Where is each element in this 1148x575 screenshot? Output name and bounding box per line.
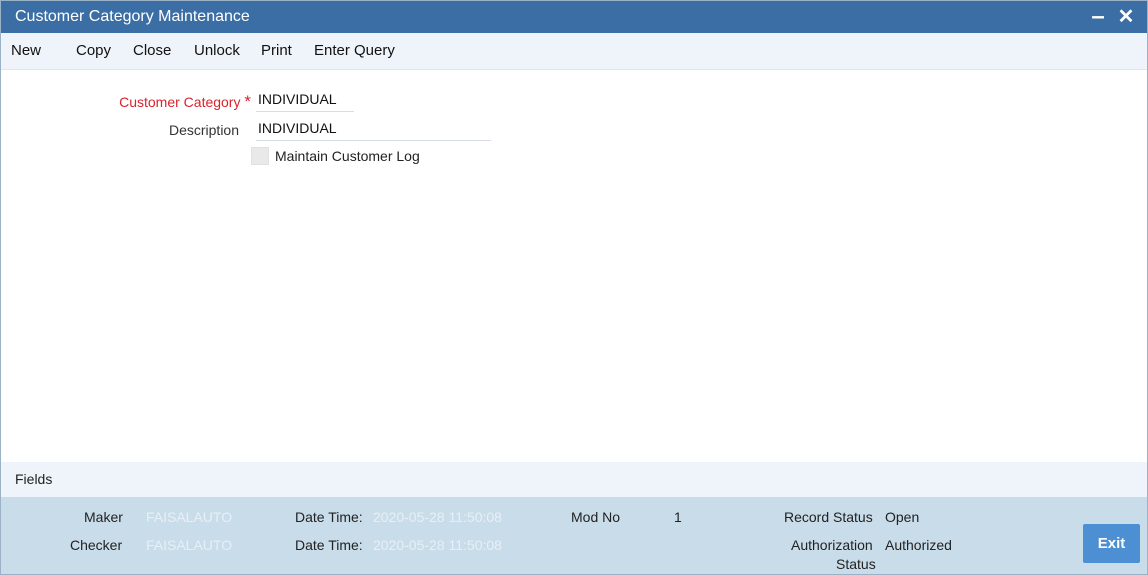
description-field[interactable]: INDIVIDUAL bbox=[256, 118, 491, 141]
maker-label: Maker bbox=[84, 509, 123, 525]
authorization-status-label-line1: Authorization bbox=[791, 537, 873, 553]
mod-no-label: Mod No bbox=[571, 509, 621, 525]
checker-label: Checker bbox=[70, 537, 123, 553]
authorization-status-label-line2: Status bbox=[836, 556, 876, 572]
checker-value: FAISALAUTO bbox=[146, 537, 233, 553]
enter-query-button[interactable]: Enter Query bbox=[314, 33, 395, 69]
new-button[interactable]: New bbox=[11, 33, 41, 69]
window-title: Customer Category Maintenance bbox=[15, 8, 250, 25]
maker-datetime-value: 2020-05-28 11:50:08 bbox=[373, 509, 502, 525]
maker-datetime-label: Date Time: bbox=[295, 509, 363, 525]
maintain-customer-log-label: Maintain Customer Log bbox=[275, 148, 420, 164]
print-button[interactable]: Print bbox=[261, 33, 292, 69]
copy-button[interactable]: Copy bbox=[76, 33, 111, 69]
minimize-icon[interactable]: – bbox=[1089, 1, 1107, 33]
unlock-button[interactable]: Unlock bbox=[194, 33, 240, 69]
required-marker: * bbox=[244, 92, 251, 111]
record-status-label: Record Status bbox=[784, 509, 873, 525]
title-bar: Customer Category Maintenance – ✕ bbox=[1, 1, 1147, 33]
authorization-status-value: Authorized bbox=[885, 537, 952, 553]
fields-label[interactable]: Fields bbox=[15, 462, 52, 497]
customer-category-window: Customer Category Maintenance – ✕ New Co… bbox=[0, 0, 1148, 575]
exit-button[interactable]: Exit bbox=[1083, 524, 1140, 563]
audit-panel: Maker FAISALAUTO Checker FAISALAUTO Date… bbox=[1, 497, 1147, 574]
checker-datetime-label: Date Time: bbox=[295, 537, 363, 553]
customer-category-label-text: Customer Category bbox=[119, 94, 241, 110]
toolbar: New Copy Close Unlock Print Enter Query bbox=[1, 33, 1147, 70]
description-label: Description bbox=[168, 122, 239, 138]
customer-category-label: Customer Category * bbox=[101, 92, 251, 112]
checker-datetime-value: 2020-05-28 11:50:08 bbox=[373, 537, 502, 553]
fields-bar: Fields bbox=[1, 462, 1147, 497]
mod-no-value: 1 bbox=[674, 509, 682, 525]
maker-value: FAISALAUTO bbox=[146, 509, 233, 525]
close-icon[interactable]: ✕ bbox=[1115, 1, 1137, 33]
close-button[interactable]: Close bbox=[133, 33, 171, 69]
maintain-customer-log-checkbox[interactable] bbox=[251, 147, 269, 165]
customer-category-field[interactable]: INDIVIDUAL bbox=[256, 89, 354, 112]
record-status-value: Open bbox=[885, 509, 920, 525]
